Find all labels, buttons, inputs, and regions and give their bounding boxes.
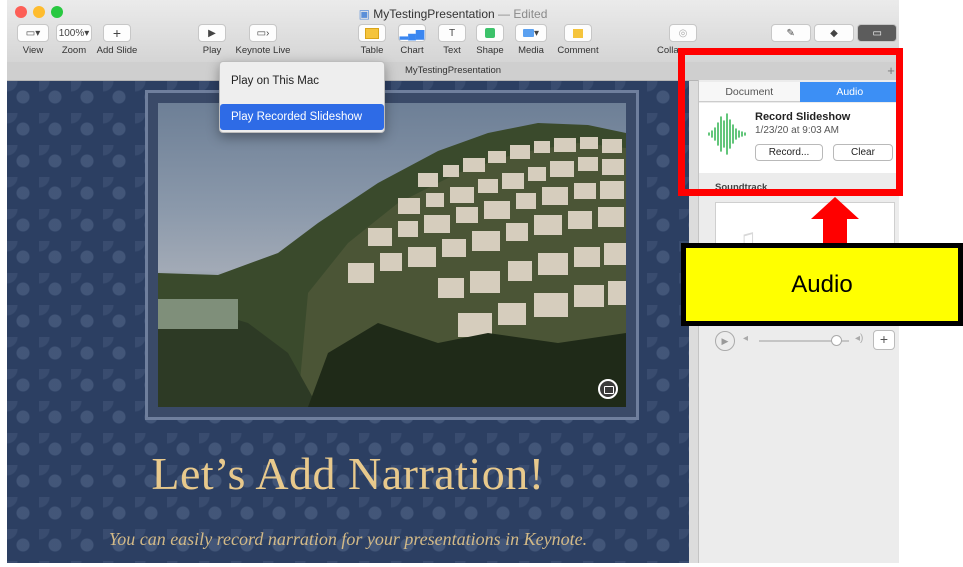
slide-title[interactable]: Let’s Add Narration!	[7, 447, 689, 500]
slide-canvas[interactable]: Let’s Add Narration! You can easily reco…	[7, 81, 689, 563]
document-name: MyTestingPresentation	[373, 7, 495, 21]
shape-label: Shape	[476, 45, 504, 56]
zoom-label: Zoom	[61, 45, 87, 56]
media-icon: ▾	[515, 24, 547, 42]
table-icon	[358, 24, 386, 42]
shape-icon	[476, 24, 504, 42]
audio-callout: Audio	[681, 243, 963, 326]
hillside-town-illustration	[158, 123, 626, 407]
add-soundtrack-button[interactable]: +	[873, 330, 895, 350]
menu-item-play-on-this-mac[interactable]: Play on This Mac	[220, 68, 384, 94]
highlight-box	[678, 48, 903, 196]
chevron-down-icon: ▾	[84, 27, 90, 39]
media-button[interactable]: ▾ Media	[513, 24, 549, 56]
inspector-selector: ✎ ◆ ▭	[769, 24, 899, 42]
keynote-live-label: Keynote Live	[235, 45, 291, 56]
play-icon: ▶	[198, 24, 226, 42]
photo-frame	[145, 90, 639, 420]
plus-icon: +	[103, 24, 131, 42]
text-icon: T	[438, 24, 466, 42]
text-label: Text	[443, 45, 461, 56]
play-button[interactable]: ▶ Play	[197, 24, 227, 56]
view-button[interactable]: ▭▾ View	[15, 24, 51, 56]
window-title: ▣ MyTestingPresentation — Edited	[7, 7, 899, 21]
zoom-button[interactable]: 100% ▾ Zoom	[55, 24, 93, 56]
volume-slider[interactable]	[759, 335, 849, 346]
zoom-value: 100%	[58, 27, 85, 39]
up-arrow-icon	[811, 197, 859, 247]
keynote-live-button[interactable]: ▭› Keynote Live	[235, 24, 291, 56]
chart-icon: ▂▄▆	[398, 24, 426, 42]
animate-diamond-icon[interactable]: ◆	[813, 24, 854, 42]
shape-button[interactable]: Shape	[473, 24, 507, 56]
add-slide-label: Add Slide	[96, 45, 138, 56]
play-label: Play	[202, 45, 222, 56]
table-button[interactable]: Table	[355, 24, 389, 56]
table-label: Table	[360, 45, 384, 56]
keynote-doc-icon: ▣	[358, 7, 370, 21]
format-brush-icon[interactable]: ✎	[770, 24, 811, 42]
slide-subtitle[interactable]: You can easily record narration for your…	[7, 529, 689, 550]
comment-icon	[564, 24, 592, 42]
comment-button[interactable]: Comment	[553, 24, 603, 56]
text-button[interactable]: T Text	[435, 24, 469, 56]
volume-high-icon: ◂)	[855, 333, 864, 344]
add-slide-button[interactable]: + Add Slide	[95, 24, 139, 56]
view-label: View	[22, 45, 44, 56]
document-inspector-icon[interactable]: ▭	[857, 24, 898, 42]
chart-label: Chart	[400, 45, 424, 56]
soundtrack-controls: ▶ ◂ ◂) +	[715, 330, 895, 352]
menu-item-play-recorded-slideshow[interactable]: Play Recorded Slideshow	[220, 104, 384, 130]
keynote-live-icon: ▭›	[249, 24, 277, 42]
edited-status: — Edited	[498, 7, 548, 21]
play-soundtrack-icon[interactable]: ▶	[715, 331, 735, 351]
replace-image-icon[interactable]	[598, 379, 618, 399]
volume-low-icon: ◂	[743, 333, 749, 344]
collaborate-icon: ◎	[669, 24, 697, 42]
hillside-town-photo[interactable]	[158, 103, 626, 407]
media-label: Media	[518, 45, 544, 56]
chart-button[interactable]: ▂▄▆ Chart	[395, 24, 429, 56]
play-menu: Play on This Mac Play Recorded Slideshow	[219, 61, 385, 133]
comment-label: Comment	[557, 45, 599, 56]
volume-slider-knob[interactable]	[830, 335, 842, 346]
sidebar-view-icon: ▭▾	[17, 24, 49, 42]
